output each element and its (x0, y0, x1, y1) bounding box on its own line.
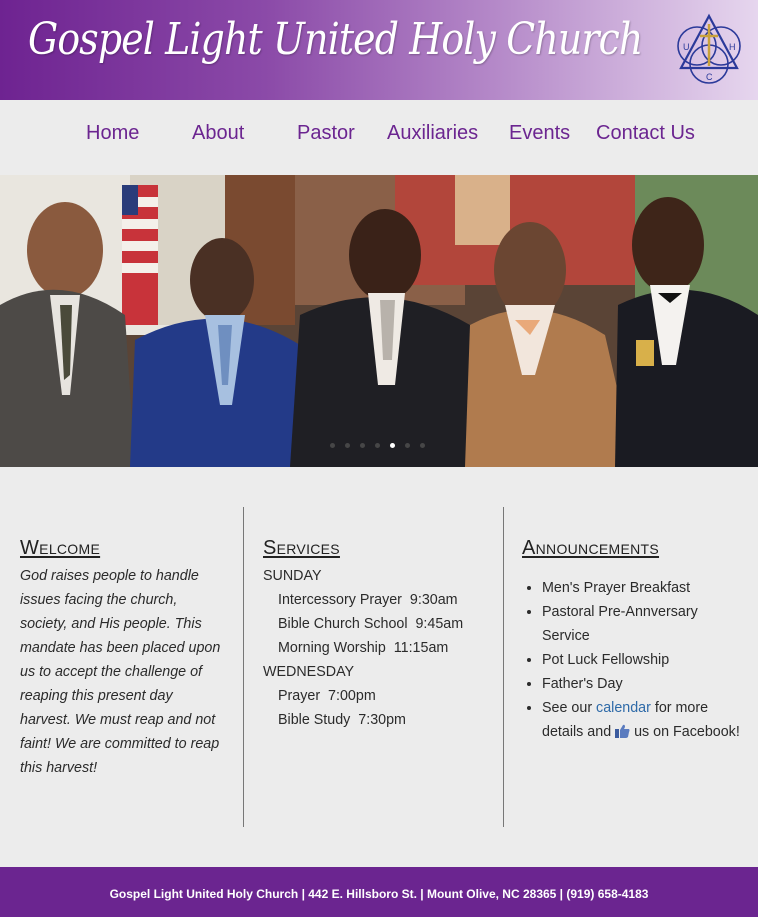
nav-home[interactable]: Home (86, 122, 139, 145)
nav-auxiliaries[interactable]: Auxiliaries (387, 122, 478, 145)
service-item: Bible Church School 9:45am (278, 616, 464, 632)
church-logo-icon[interactable]: U H C (674, 10, 744, 86)
welcome-text: God raises people to handle issues facin… (20, 568, 221, 776)
welcome-heading: Welcome (20, 537, 101, 559)
footer-contact-text: Gospel Light United Holy Church | 442 E.… (109, 887, 649, 901)
see-suffix-text: us on Facebook! (630, 724, 740, 740)
slide-dot[interactable] (360, 443, 365, 448)
nav-events[interactable]: Events (509, 122, 570, 145)
services-section: Services SUNDAY Intercessory Prayer 9:30… (263, 507, 488, 827)
slide-dot[interactable] (345, 443, 350, 448)
announcements-section: Announcements Men's Prayer Breakfast Pas… (522, 507, 748, 827)
nav-contact-us[interactable]: Contact Us (596, 122, 695, 145)
slide-dot-active[interactable] (390, 443, 395, 448)
list-item: Father's Day (542, 672, 748, 696)
list-item: Pot Luck Fellowship (542, 648, 748, 672)
site-footer: Gospel Light United Holy Church | 442 E.… (0, 867, 758, 917)
slideshow-dots (330, 443, 425, 448)
service-item: Bible Study 7:30pm (278, 712, 406, 728)
nav-pastor[interactable]: Pastor (297, 122, 355, 145)
facebook-like-icon[interactable] (615, 724, 630, 738)
logo-letter-h: H (729, 42, 736, 52)
slide-dot[interactable] (375, 443, 380, 448)
hero-slideshow[interactable] (0, 175, 758, 467)
service-item: Intercessory Prayer 9:30am (278, 592, 458, 608)
site-header: Gospel Light United Holy Church U H C (0, 0, 758, 100)
calendar-link[interactable]: calendar (596, 700, 651, 716)
logo-letter-c: C (706, 72, 713, 82)
nav-about[interactable]: About (192, 122, 244, 145)
service-day-wednesday: WEDNESDAY (263, 664, 355, 680)
service-item: Morning Worship 11:15am (278, 640, 449, 656)
main-nav: Home About Pastor Auxiliaries Events Con… (0, 100, 758, 175)
welcome-section: Welcome God raises people to handle issu… (20, 507, 225, 827)
logo-letter-u: U (683, 42, 690, 52)
column-divider (243, 507, 244, 827)
announcements-list: Men's Prayer Breakfast Pastoral Pre-Annv… (500, 576, 748, 744)
list-item: Men's Prayer Breakfast (542, 576, 748, 600)
site-title[interactable]: Gospel Light United Holy Church (28, 14, 643, 65)
hero-photo (0, 175, 758, 467)
list-item: Pastoral Pre-Annversary Service (542, 600, 748, 648)
slide-dot[interactable] (330, 443, 335, 448)
service-day-sunday: SUNDAY (263, 568, 322, 584)
see-prefix-text: See our (542, 700, 597, 716)
service-item: Prayer 7:00pm (278, 688, 376, 704)
slide-dot[interactable] (420, 443, 425, 448)
announcements-heading: Announcements (522, 537, 660, 559)
slide-dot[interactable] (405, 443, 410, 448)
services-heading: Services (263, 537, 340, 559)
list-item-see-calendar: See our calendar for more details and us… (542, 696, 748, 744)
